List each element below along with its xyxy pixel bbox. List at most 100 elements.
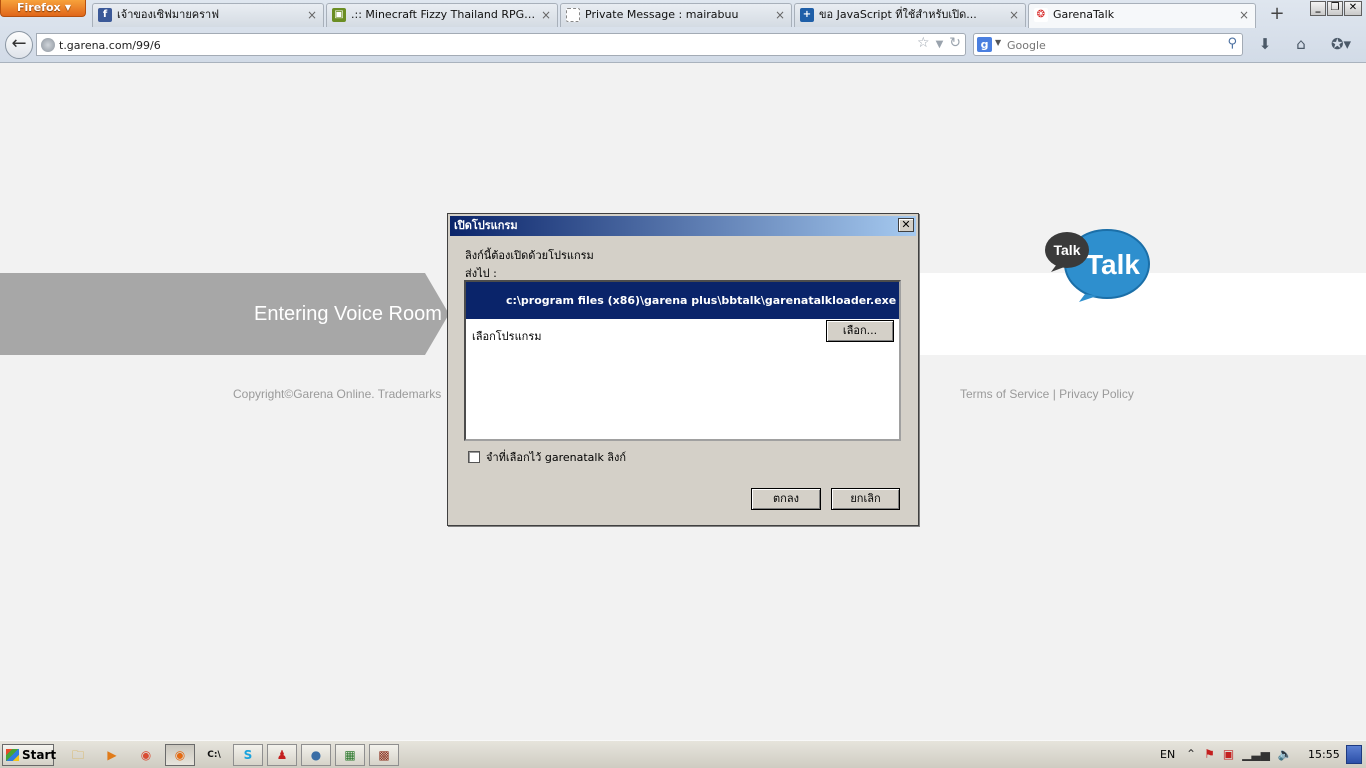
search-bar[interactable]: g ▼ ⚲ <box>973 33 1243 56</box>
globe-icon <box>41 38 55 52</box>
window-close-icon[interactable]: ✕ <box>1344 1 1362 16</box>
remember-choice[interactable]: จำที่เลือกไว้ garenatalk ลิงก์ <box>468 448 626 466</box>
url-bar[interactable]: ☆ ▼ ↻ <box>36 33 966 56</box>
skype-icon: S <box>243 748 253 762</box>
tab-minecraft[interactable]: ▣ .:: Minecraft Fizzy Thailand RPG V.1.4… <box>326 3 558 27</box>
history-dropdown-icon[interactable]: ▼ <box>936 35 944 55</box>
application-list[interactable]: c:\program files (x86)\garena plus\bbtal… <box>464 280 901 441</box>
show-desktop-button[interactable] <box>1346 745 1362 764</box>
volume-icon[interactable]: 🔈 <box>1278 747 1293 761</box>
choose-button[interactable]: เลือก... <box>826 320 894 342</box>
talktalk-logo: Talk Talk <box>1045 229 1150 302</box>
taskbar-messenger-icon[interactable]: ● <box>301 744 331 766</box>
cancel-button[interactable]: ยกเลิก <box>831 488 900 510</box>
choose-program-item[interactable]: เลือกโปรแกรม <box>472 327 541 345</box>
blank-page-icon <box>566 8 580 22</box>
cmd-icon: C:\ <box>207 750 221 760</box>
dialog-close-button[interactable]: ✕ <box>898 218 914 232</box>
close-icon[interactable]: × <box>1239 4 1249 26</box>
green-app-icon: ▦ <box>344 748 356 762</box>
reload-icon[interactable]: ↻ <box>949 35 961 55</box>
remember-label: จำที่เลือกไว้ garenatalk ลิงก์ <box>486 451 627 464</box>
banner-title: Entering Voice Room <box>254 303 442 325</box>
minimize-icon[interactable]: _ <box>1310 1 1326 16</box>
folder-icon: 🗀 <box>71 748 84 762</box>
browser-chrome: Firefox ▼ f เจ้าของเซิฟมายคราฟ × ▣ .:: M… <box>0 0 1366 63</box>
minecraft-icon: ▣ <box>332 8 346 22</box>
tab-bar: f เจ้าของเซิฟมายคราฟ × ▣ .:: Minecraft F… <box>92 3 1292 28</box>
footer-links[interactable]: Terms of Service | Privacy Policy <box>960 387 1134 401</box>
language-indicator[interactable]: EN <box>1160 748 1175 761</box>
logo-text-big: Talk <box>1086 249 1140 280</box>
restore-icon[interactable]: ❐ <box>1327 1 1343 16</box>
tab-title: Private Message : mairabuu <box>585 8 739 21</box>
start-label: Start <box>22 748 57 762</box>
navigation-bar: ← ☆ ▼ ↻ g ▼ ⚲ ⬇ ⌂ ✪▾ <box>0 28 1366 62</box>
copyright-text: Copyright©Garena Online. Trademarks <box>233 387 442 401</box>
taskbar: Start 🗀 ▶ ◉ ◉ C:\ S ♟ ● ▦ ▩ EN ⌃ ⚑ ▣ ▁▃▅… <box>0 740 1366 768</box>
dialog-titlebar[interactable]: เปิดโปรแกรม <box>450 216 916 236</box>
taskbar-firefox-icon[interactable]: ◉ <box>165 744 195 766</box>
garena-icon: ❂ <box>1034 8 1048 22</box>
taskbar-green-app-icon[interactable]: ▦ <box>335 744 365 766</box>
firefox-menu-button[interactable]: Firefox ▼ <box>0 0 86 17</box>
chevron-down-icon: ▼ <box>64 3 71 12</box>
messenger-icon: ● <box>310 748 322 762</box>
close-icon[interactable]: × <box>541 4 551 26</box>
url-actions: ☆ ▼ ↻ <box>917 35 961 55</box>
url-input[interactable] <box>59 36 919 54</box>
red-app-icon: ♟ <box>276 748 288 762</box>
dialog-description: ลิงก์นี้ต้องเปิดด้วยโปรแกรม <box>465 249 594 262</box>
taskbar-cmd-icon[interactable]: C:\ <box>199 744 229 766</box>
signal-icon[interactable]: ▁▃▅ <box>1242 747 1270 761</box>
facebook-icon: f <box>98 8 112 22</box>
google-icon[interactable]: g <box>977 37 992 52</box>
media-player-icon: ▶ <box>107 748 117 762</box>
selected-application[interactable]: c:\program files (x86)\garena plus\bbtal… <box>466 282 899 319</box>
tab-title: .:: Minecraft Fizzy Thailand RPG V.1.4..… <box>351 8 537 21</box>
firefox-menu-label: Firefox <box>17 1 61 14</box>
windows-flag-icon <box>6 749 19 761</box>
taskbar-red-app-icon[interactable]: ♟ <box>267 744 297 766</box>
bookmark-star-icon[interactable]: ☆ <box>917 35 930 55</box>
close-icon[interactable]: × <box>775 4 785 26</box>
security-icon[interactable]: ▣ <box>1223 747 1234 761</box>
back-arrow-icon: ← <box>11 33 27 54</box>
new-tab-button[interactable]: + <box>1266 4 1288 26</box>
chevron-down-icon[interactable]: ▼ <box>995 38 1001 47</box>
tab-javascript[interactable]: + ขอ JavaScript ที่ใช้สำหรับเปิด... × <box>794 3 1026 27</box>
firefox-icon: ◉ <box>174 748 186 762</box>
tab-title: GarenaTalk <box>1053 8 1115 21</box>
show-hidden-icons-icon[interactable]: ⌃ <box>1186 747 1196 761</box>
brown-app-icon: ▩ <box>378 748 390 762</box>
taskbar-chrome-icon[interactable]: ◉ <box>131 744 161 766</box>
close-icon[interactable]: × <box>1009 4 1019 26</box>
remember-checkbox[interactable] <box>468 451 480 463</box>
taskbar-media-player-icon[interactable]: ▶ <box>97 744 127 766</box>
dialog-title: เปิดโปรแกรม <box>454 219 518 232</box>
bookmarks-menu-icon[interactable]: ✪▾ <box>1326 35 1356 55</box>
taskbar-explorer-icon[interactable]: 🗀 <box>63 744 93 766</box>
tab-title: เจ้าของเซิฟมายคราฟ <box>117 8 219 21</box>
open-program-dialog: เปิดโปรแกรม ✕ ลิงก์นี้ต้องเปิดด้วยโปรแกร… <box>447 213 919 526</box>
tab-facebook[interactable]: f เจ้าของเซิฟมายคราฟ × <box>92 3 324 27</box>
search-input[interactable] <box>1007 36 1207 54</box>
taskbar-skype-icon[interactable]: S <box>233 744 263 766</box>
ok-button[interactable]: ตกลง <box>751 488 821 510</box>
tab-title: ขอ JavaScript ที่ใช้สำหรับเปิด... <box>819 8 977 21</box>
start-button[interactable]: Start <box>2 744 57 766</box>
tab-private-message[interactable]: Private Message : mairabuu × <box>560 3 792 27</box>
search-icon[interactable]: ⚲ <box>1227 36 1237 51</box>
clock[interactable]: 15:55 <box>1308 748 1340 761</box>
logo-text-small: Talk <box>1054 242 1081 258</box>
back-button[interactable]: ← <box>5 31 33 59</box>
tray-icons: ⌃ ⚑ ▣ ▁▃▅ 🔈 <box>1186 747 1293 761</box>
downloads-icon[interactable]: ⬇ <box>1254 35 1276 55</box>
window-controls: _ ❐ ✕ <box>1310 1 1362 17</box>
taskbar-brown-app-icon[interactable]: ▩ <box>369 744 399 766</box>
tab-garenatalk[interactable]: ❂ GarenaTalk × <box>1028 3 1256 28</box>
network-warning-icon[interactable]: ⚑ <box>1204 747 1215 761</box>
close-icon[interactable]: × <box>307 4 317 26</box>
home-icon[interactable]: ⌂ <box>1290 35 1312 55</box>
chrome-icon: ◉ <box>140 748 152 762</box>
